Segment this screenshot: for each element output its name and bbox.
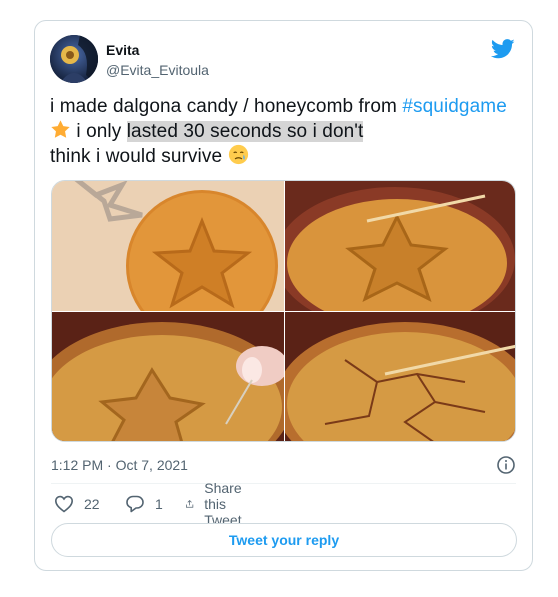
reply-bubble-icon	[126, 495, 144, 513]
tweet-header: Evita @Evita_Evitoula	[50, 35, 517, 85]
reply-button[interactable]: 1	[125, 492, 163, 516]
photo-dalgona-star-toothpick[interactable]	[285, 181, 516, 311]
tweet-your-reply-button[interactable]: Tweet your reply	[51, 523, 517, 557]
like-button[interactable]: 22	[54, 492, 100, 516]
user-handle[interactable]: @Evita_Evitoula	[106, 61, 209, 79]
twitter-bird-icon[interactable]	[491, 39, 515, 59]
tweet-text-part: i made dalgona candy / honeycomb from	[50, 96, 403, 117]
share-button[interactable]: Share this Tweet	[185, 480, 252, 528]
hashtag-link[interactable]: #squidgame	[402, 96, 507, 117]
tweet-card: Evita @Evita_Evitoula i made dalgona can…	[34, 20, 533, 571]
timestamp[interactable]: 1:12 PM · Oct 7, 2021	[51, 457, 188, 473]
media-divider	[52, 311, 515, 312]
reply-count: 1	[155, 496, 163, 512]
photo-dalgona-needle-hand[interactable]	[52, 312, 284, 442]
heart-icon	[54, 495, 74, 513]
tweet-text-part: i only	[71, 121, 127, 142]
tweet-text-part: think i would survive	[50, 146, 223, 167]
author-block: Evita @Evita_Evitoula	[106, 41, 209, 79]
tweet-meta: 1:12 PM · Oct 7, 2021	[51, 455, 516, 475]
highlighted-text: lasted 30 seconds so i don't	[126, 121, 364, 142]
like-count: 22	[84, 496, 100, 512]
avatar[interactable]	[50, 35, 98, 83]
photo-dalgona-cracked[interactable]	[285, 312, 516, 442]
share-label: Share this Tweet	[204, 480, 242, 528]
divider	[51, 483, 516, 484]
tweet-text: i made dalgona candy / honeycomb from #s…	[50, 94, 520, 169]
star-emoji-icon	[51, 120, 70, 138]
face-holding-back-tears-emoji-icon	[228, 144, 248, 165]
info-icon[interactable]	[496, 455, 516, 475]
photo-dalgona-cookie-cutter[interactable]	[52, 181, 284, 311]
display-name[interactable]: Evita	[106, 41, 209, 59]
share-icon	[186, 500, 194, 508]
tweet-media-grid[interactable]	[51, 180, 516, 442]
